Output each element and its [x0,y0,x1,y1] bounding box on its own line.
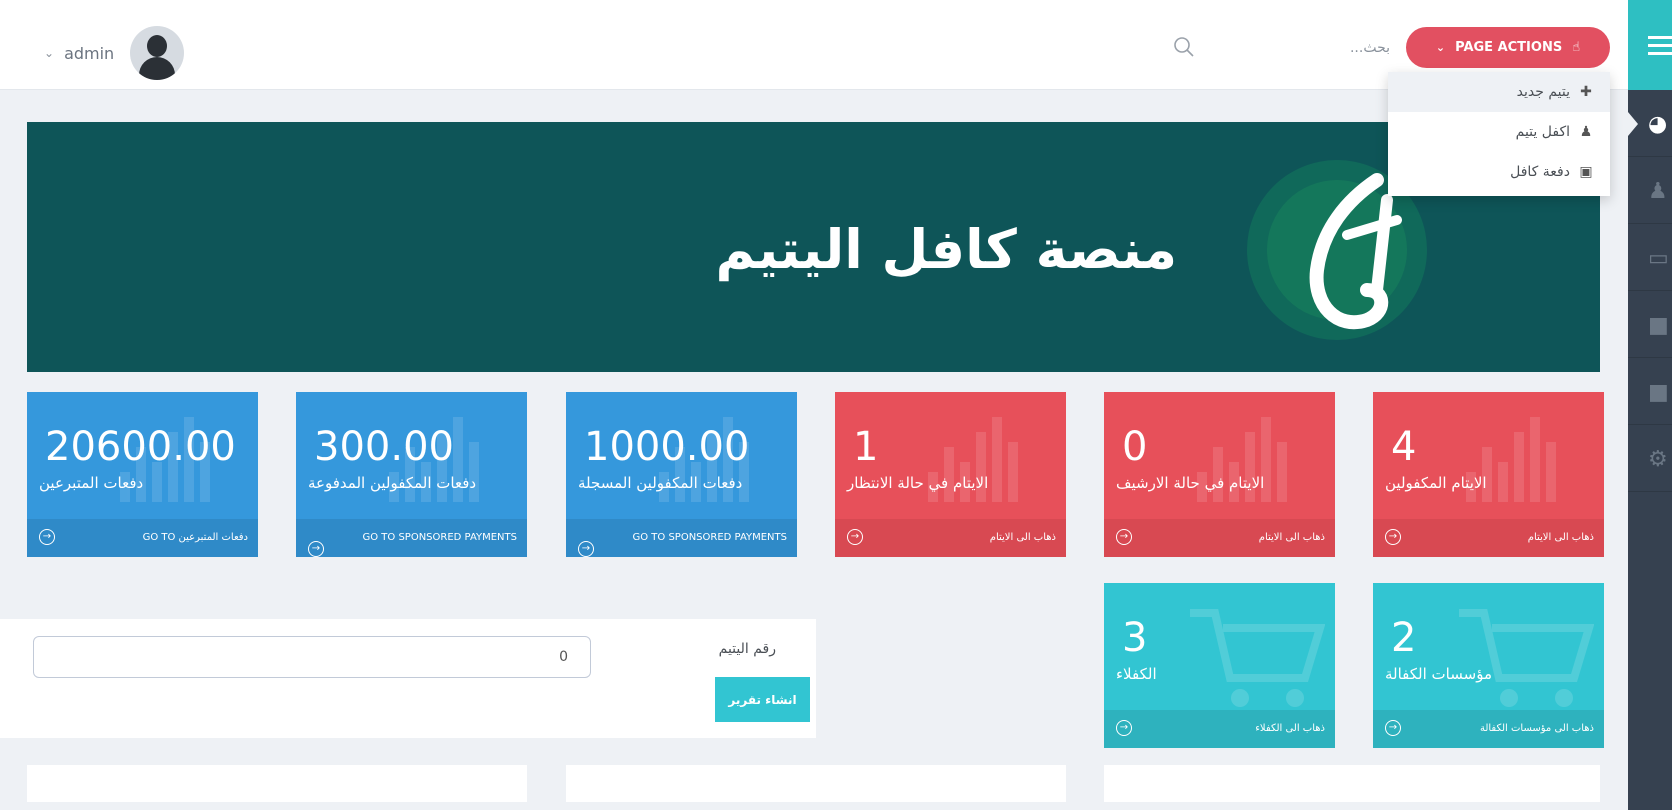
hero-banner: منصة كافل اليتيم [27,122,1600,372]
chevron-down-icon: ⌄ [1435,41,1446,54]
arrow-circle-icon: → [1116,529,1132,545]
cart-icon [1459,609,1594,707]
person-icon: ♟ [1579,124,1593,140]
stat-label: الايتام المكفولين [1385,474,1487,492]
stat-value: 0 [1122,424,1148,470]
tile-link-label: ذهاب الى الايتام [989,532,1056,543]
stat-label: الايتام في حالة الارشيف [1116,474,1265,492]
stat-tile-pending-orphans[interactable]: 1 الايتام في حالة الانتظار → ذهاب الى ال… [835,392,1066,557]
tile-link-label: GO TO SPONSORED PAYMENTS [362,532,518,543]
arrow-circle-icon: → [39,529,55,545]
stat-label: الايتام في حالة الانتظار [847,474,989,492]
tile-footer-link[interactable]: → ذهاب الى الايتام [1373,519,1604,557]
stat-value: 1000.00 [584,424,750,470]
stat-label: الكفلاء [1116,665,1157,683]
stat-tile-sponsored-orphans[interactable]: 4 الايتام المكفولين → ذهاب الى الايتام [1373,392,1604,557]
banner-title: منصة كافل اليتيم [715,218,1177,281]
content-panel-3 [1104,765,1600,802]
avatar[interactable] [130,26,185,80]
arrow-circle-icon: → [578,541,594,557]
chevron-down-icon: ⌄ [44,46,55,60]
stat-value: 4 [1391,424,1417,470]
top-header: ⌄ admin ⌄ PAGE ACTIONS ☝ [0,0,1628,90]
sidebar: ◕ ♟ ▭ ■ ■ ⚙ [1628,0,1672,810]
report-panel: رقم اليتيم 0 انشاء تقرير [0,619,816,738]
menu-item-label: دفعة كافل [1510,164,1570,180]
sidebar-item-payments[interactable]: ▭ [1628,224,1672,291]
menu-item-sponsor-orphan[interactable]: ♟ اكفل يتيم [1388,112,1610,152]
credit-card-icon: ▭ [1648,246,1669,271]
content-panel-2 [566,765,1066,802]
sidebar-item-settings[interactable]: ⚙ [1628,425,1672,492]
stat-tile-paid-sponsored[interactable]: 300.00 دفعات المكفولين المدفوعة → GO TO … [296,392,527,557]
stat-value: 1 [853,424,879,470]
arrow-circle-icon: → [1385,720,1401,736]
user-name: admin [64,43,115,63]
sidebar-toggle[interactable] [1628,0,1672,90]
orphan-number-label: رقم اليتيم [718,641,776,657]
money-icon: ▣ [1579,164,1593,180]
arrow-circle-icon: → [308,541,324,557]
sidebar-item-orphans[interactable]: ♟ [1628,157,1672,224]
hamburger-icon [1648,36,1672,55]
stat-tile-registered-sponsored[interactable]: 1000.00 دفعات المكفولين المسجلة → GO TO … [566,392,797,557]
search-icon[interactable] [1173,36,1195,58]
person-icon: ♟ [1648,179,1668,204]
tile-footer-link[interactable]: → ذهاب الى الكفلاء [1104,710,1335,748]
stat-label: مؤسسات الكفالة [1385,665,1492,683]
stat-tile-institutions[interactable]: 2 مؤسسات الكفالة → ذهاب الى مؤسسات الكفا… [1373,583,1604,748]
page-actions-button[interactable]: ⌄ PAGE ACTIONS ☝ [1406,27,1610,68]
sidebar-item-dashboard[interactable]: ◕ [1628,90,1672,157]
menu-item-label: اكفل يتيم [1515,124,1570,140]
sidebar-item-folder-1[interactable]: ■ [1628,291,1672,358]
stat-value: 2 [1391,615,1417,661]
arrow-circle-icon: → [1385,529,1401,545]
page-actions-label: PAGE ACTIONS [1455,40,1563,55]
folder-icon: ■ [1648,380,1669,405]
stat-value: 300.00 [314,424,454,470]
stat-value: 20600.00 [45,424,236,470]
plus-icon: ✚ [1580,84,1592,100]
folder-icon: ■ [1648,313,1669,338]
tile-footer-link[interactable]: → ذهاب الى الايتام [1104,519,1335,557]
tile-link-label: ذهاب الى الايتام [1527,532,1594,543]
create-report-button[interactable]: انشاء تقرير [715,677,810,722]
stat-label: دفعات المكفولين المسجلة [578,474,743,492]
dashboard-icon: ◕ [1648,112,1668,137]
tile-footer-link[interactable]: → GO TO دفعات المتبرعين [27,519,258,557]
sidebar-item-folder-2[interactable]: ■ [1628,358,1672,425]
stat-value: 3 [1122,615,1148,661]
tile-footer-link[interactable]: → ذهاب الى مؤسسات الكفالة [1373,710,1604,748]
stat-label: دفعات المكفولين المدفوعة [308,474,477,492]
content-panel-1 [27,765,527,802]
stat-tile-donor-payments[interactable]: 20600.00 دفعات المتبرعين → GO TO دفعات ا… [27,392,258,557]
tile-link-label: GO TO SPONSORED PAYMENTS [632,532,788,543]
tile-link-label: ذهاب الى مؤسسات الكفالة [1479,723,1594,734]
tile-footer-link[interactable]: → GO TO SPONSORED PAYMENTS [566,519,797,557]
stat-tile-archived-orphans[interactable]: 0 الايتام في حالة الارشيف → ذهاب الى الا… [1104,392,1335,557]
tile-link-label: ذهاب الى الكفلاء [1255,723,1325,734]
gear-icon: ⚙ [1648,447,1668,472]
stat-label: دفعات المتبرعين [39,474,144,492]
user-menu[interactable]: ⌄ admin [44,26,185,80]
page-actions-menu: ✚ يتيم جديد ♟ اكفل يتيم ▣ دفعة كافل [1388,72,1610,196]
tile-link-label: ذهاب الى الايتام [1258,532,1325,543]
menu-item-new-orphan[interactable]: ✚ يتيم جديد [1388,72,1610,112]
search-input[interactable] [1260,36,1390,60]
tile-footer-link[interactable]: → GO TO SPONSORED PAYMENTS [296,519,527,557]
stat-tile-sponsors[interactable]: 3 الكفلاء → ذهاب الى الكفلاء [1104,583,1335,748]
hand-pointer-icon: ☝ [1572,40,1581,55]
cart-icon [1190,609,1325,707]
arrow-circle-icon: → [847,529,863,545]
tile-link-label: GO TO دفعات المتبرعين [142,532,248,543]
menu-item-sponsor-payment[interactable]: ▣ دفعة كافل [1388,152,1610,192]
orphan-number-input[interactable]: 0 [33,636,591,678]
arrow-circle-icon: → [1116,720,1132,736]
menu-item-label: يتيم جديد [1516,84,1570,100]
tile-footer-link[interactable]: → ذهاب الى الايتام [835,519,1066,557]
